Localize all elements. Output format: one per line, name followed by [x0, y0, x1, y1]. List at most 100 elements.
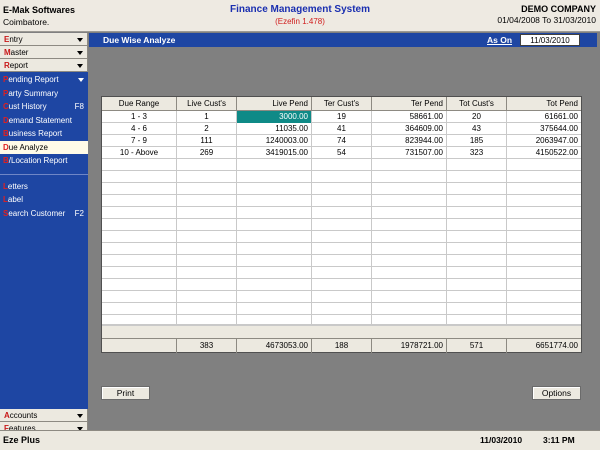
cell-live-custs[interactable]: 2	[177, 123, 237, 135]
chevron-down-icon	[78, 78, 84, 82]
table-row[interactable]: 4 - 6 2 11035.00 41 364609.00 43 375644.…	[102, 123, 581, 135]
column-header-tot-pend[interactable]: Tot Pend	[507, 97, 581, 111]
item-label: usiness Report	[8, 129, 63, 138]
column-header-live-pend[interactable]: Live Pend	[237, 97, 312, 111]
cell-tot-pend[interactable]: 61661.00	[507, 111, 581, 123]
hotkey-label: F2	[74, 208, 84, 218]
cell-ter-custs[interactable]: 54	[312, 147, 372, 159]
item-label: /Location Report	[8, 156, 68, 165]
cell-ter-pend[interactable]: 58661.00	[372, 111, 447, 123]
sidebar-item-demand-statement[interactable]: Demand Statement	[0, 114, 88, 128]
menu-entry[interactable]: Entry	[0, 33, 88, 46]
sidebar-item-cust-history[interactable]: Cust History F8	[0, 100, 88, 114]
empty-row	[102, 315, 581, 325]
table-row[interactable]: 10 - Above 269 3419015.00 54 731507.00 3…	[102, 147, 581, 159]
cell-tot-custs[interactable]: 43	[447, 123, 507, 135]
menu-label-first: M	[4, 48, 11, 57]
menu-label: eport	[9, 61, 29, 70]
cell-tot-custs[interactable]: 323	[447, 147, 507, 159]
cell-live-pend[interactable]: 11035.00	[237, 123, 312, 135]
cell-live-custs[interactable]: 111	[177, 135, 237, 147]
total-tot-custs: 571	[447, 339, 507, 353]
item-label: ust History	[8, 102, 47, 111]
cell-ter-pend[interactable]: 364609.00	[372, 123, 447, 135]
sidebar-item-party-summary[interactable]: Party Summary	[0, 87, 88, 101]
chevron-down-icon	[77, 414, 83, 418]
cell-ter-custs[interactable]: 74	[312, 135, 372, 147]
as-on-date-input[interactable]	[520, 34, 580, 46]
cell-live-pend-selected[interactable]: 3000.00	[237, 111, 312, 123]
sidebar-item-due-analyze[interactable]: Due Analyze	[0, 140, 88, 154]
status-bar: Eze Plus 11/03/2010 3:11 PM	[0, 430, 600, 450]
sidebar-item-search-customer[interactable]: Search Customer F2	[0, 207, 88, 221]
cell-live-custs[interactable]: 269	[177, 147, 237, 159]
menu-accounts[interactable]: Accounts	[0, 409, 88, 422]
hotkey-label: F8	[74, 102, 84, 111]
due-analyze-grid[interactable]: Due Range Live Cust's Live Pend Ter Cust…	[101, 96, 582, 353]
total-ter-pend: 1978721.00	[372, 339, 447, 353]
item-label: arty Summary	[8, 88, 59, 98]
menu-master[interactable]: Master	[0, 46, 88, 59]
item-label: emand Statement	[8, 115, 72, 125]
cell-ter-custs[interactable]: 19	[312, 111, 372, 123]
app-title: Finance Management System	[229, 4, 371, 15]
sidebar-item-business-report[interactable]: Business Report	[0, 127, 88, 141]
total-live-pend: 4673053.00	[237, 339, 312, 353]
empty-row	[102, 267, 581, 279]
totals-row: 383 4673053.00 188 1978721.00 571 665177…	[102, 338, 581, 353]
empty-row	[102, 303, 581, 315]
column-header-ter-pend[interactable]: Ter Pend	[372, 97, 447, 111]
cell-due-range[interactable]: 1 - 3	[102, 111, 177, 123]
options-button[interactable]: Options	[532, 386, 581, 400]
cell-live-pend[interactable]: 1240003.00	[237, 135, 312, 147]
cell-due-range[interactable]: 10 - Above	[102, 147, 177, 159]
cell-live-custs[interactable]: 1	[177, 111, 237, 123]
menu-label: ccounts	[9, 411, 38, 420]
cell-tot-custs[interactable]: 20	[447, 111, 507, 123]
column-header-tot-custs[interactable]: Tot Cust's	[447, 97, 507, 111]
column-header-ter-custs[interactable]: Ter Cust's	[312, 97, 372, 111]
submenu-pending-report[interactable]: Pending Report	[0, 73, 88, 87]
cell-live-pend[interactable]: 3419015.00	[237, 147, 312, 159]
empty-row	[102, 159, 581, 171]
print-button[interactable]: Print	[101, 386, 150, 400]
cell-due-range[interactable]: 4 - 6	[102, 123, 177, 135]
cell-ter-pend[interactable]: 731507.00	[372, 147, 447, 159]
status-date: 11/03/2010	[480, 435, 523, 445]
chevron-down-icon	[77, 64, 83, 68]
empty-row	[102, 195, 581, 207]
cell-due-range[interactable]: 7 - 9	[102, 135, 177, 147]
sidebar-item-location-report[interactable]: B/Location Report	[0, 154, 88, 168]
table-row[interactable]: 1 - 3 1 3000.00 19 58661.00 20 61661.00	[102, 111, 581, 123]
empty-row	[102, 255, 581, 267]
total-ter-custs: 188	[312, 339, 372, 353]
cell-tot-custs[interactable]: 185	[447, 135, 507, 147]
empty-row	[102, 291, 581, 303]
status-time: 3:11 PM	[543, 435, 575, 445]
column-header-due-range[interactable]: Due Range	[102, 97, 177, 111]
as-on-label: As On	[487, 35, 513, 45]
cell-ter-pend[interactable]: 823944.00	[372, 135, 447, 147]
status-app-name: Eze Plus	[3, 435, 41, 445]
item-label: ue Analyze	[8, 142, 48, 152]
empty-row	[102, 171, 581, 183]
chevron-down-icon	[77, 51, 83, 55]
total-due-range	[102, 339, 177, 353]
item-label: abel	[7, 195, 24, 204]
empty-row	[102, 219, 581, 231]
active-company: DEMO COMPANY	[521, 4, 596, 14]
column-header-live-custs[interactable]: Live Cust's	[177, 97, 237, 111]
cell-ter-custs[interactable]: 41	[312, 123, 372, 135]
cell-tot-pend[interactable]: 2063947.00	[507, 135, 581, 147]
sidebar-item-letters[interactable]: Letters	[0, 180, 88, 194]
menu-report[interactable]: Report	[0, 59, 88, 72]
empty-row	[102, 243, 581, 255]
empty-row	[102, 279, 581, 291]
cell-tot-pend[interactable]: 4150522.00	[507, 147, 581, 159]
sidebar-item-label[interactable]: Label	[0, 193, 88, 207]
chevron-down-icon	[77, 38, 83, 42]
cell-tot-pend[interactable]: 375644.00	[507, 123, 581, 135]
item-label: etters	[7, 181, 28, 191]
table-row[interactable]: 7 - 9 111 1240003.00 74 823944.00 185 20…	[102, 135, 581, 147]
panel-title: Due Wise Analyze	[103, 35, 176, 45]
